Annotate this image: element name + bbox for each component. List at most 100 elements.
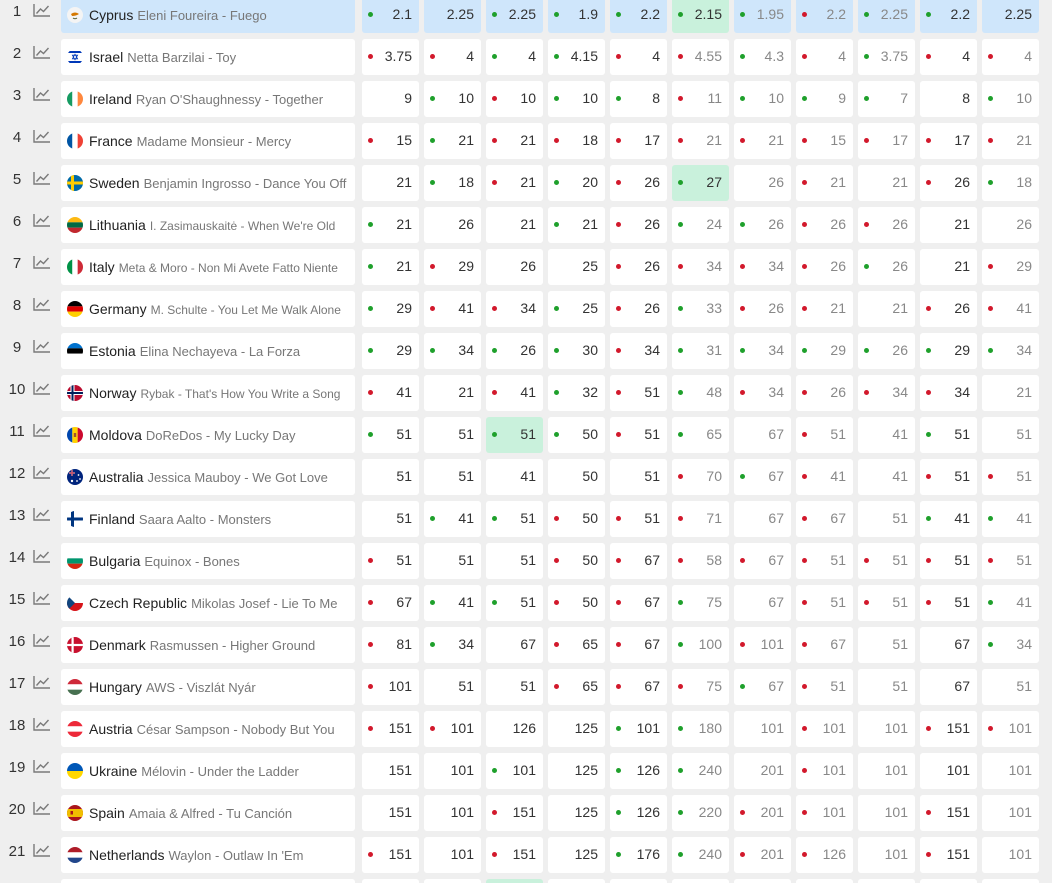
odds-cell[interactable]: 26 [486,249,543,285]
odds-cell[interactable]: 101 [424,837,481,873]
odds-cell[interactable] [796,879,853,883]
odds-cell[interactable]: 29 [424,249,481,285]
entry-card[interactable]: France Madame Monsieur - Mercy [61,123,355,159]
odds-cell[interactable]: 26 [734,165,791,201]
odds-cell[interactable]: 26 [610,207,667,243]
odds-cell[interactable]: 21 [362,249,419,285]
entry-card[interactable]: Spain Amaia & Alfred - Tu Canción [61,795,355,831]
odds-cell[interactable]: 41 [796,459,853,495]
odds-cell[interactable]: 24 [672,207,729,243]
odds-cell[interactable]: 3.75 [362,39,419,75]
line-chart-icon[interactable] [33,45,51,59]
odds-cell[interactable]: 101 [982,795,1039,831]
line-chart-icon[interactable] [33,297,51,311]
odds-cell[interactable]: 41 [486,459,543,495]
odds-cell[interactable] [548,879,605,883]
odds-cell[interactable]: 65 [548,669,605,705]
entry-card[interactable]: Estonia Elina Nechayeva - La Forza [61,333,355,369]
odds-cell[interactable]: 29 [982,249,1039,285]
odds-cell[interactable]: 65 [672,417,729,453]
odds-cell[interactable]: 220 [672,795,729,831]
odds-cell[interactable]: 26 [610,249,667,285]
odds-cell[interactable]: 26 [610,165,667,201]
odds-cell[interactable]: 21 [920,249,977,285]
odds-cell[interactable]: 51 [424,543,481,579]
odds-cell[interactable]: 26 [796,207,853,243]
odds-cell[interactable] [982,879,1039,883]
odds-cell[interactable]: 26 [796,249,853,285]
odds-cell[interactable]: 33 [672,291,729,327]
odds-cell[interactable]: 26 [858,249,915,285]
odds-cell[interactable]: 41 [920,501,977,537]
odds-cell[interactable]: 4.15 [548,39,605,75]
odds-cell[interactable]: 2.2 [920,0,977,33]
line-chart-icon[interactable] [33,87,51,101]
odds-cell[interactable] [858,879,915,883]
odds-cell[interactable]: 126 [796,837,853,873]
odds-cell[interactable]: 67 [734,501,791,537]
odds-cell[interactable]: 51 [362,543,419,579]
odds-cell[interactable]: 21 [486,123,543,159]
odds-cell[interactable]: 151 [920,837,977,873]
entry-card[interactable]: Ireland Ryan O'Shaughnessy - Together [61,81,355,117]
odds-cell[interactable]: 34 [424,627,481,663]
line-chart-icon[interactable] [33,675,51,689]
odds-cell[interactable]: 51 [424,459,481,495]
odds-cell[interactable]: 32 [548,375,605,411]
odds-cell[interactable]: 51 [362,417,419,453]
odds-cell[interactable]: 27 [672,165,729,201]
odds-cell[interactable]: 21 [734,123,791,159]
odds-cell[interactable]: 100 [672,627,729,663]
odds-cell[interactable]: 20 [548,165,605,201]
odds-cell[interactable]: 29 [362,291,419,327]
odds-cell[interactable]: 101 [858,795,915,831]
odds-cell[interactable]: 41 [858,417,915,453]
odds-cell[interactable]: 4 [796,39,853,75]
odds-cell[interactable]: 18 [548,123,605,159]
odds-cell[interactable]: 10 [424,81,481,117]
odds-cell[interactable]: 21 [424,375,481,411]
odds-cell[interactable]: 51 [982,459,1039,495]
odds-cell[interactable]: 2.1 [362,0,419,33]
entry-card[interactable]: Moldova DoReDos - My Lucky Day [61,417,355,453]
odds-cell[interactable]: 41 [858,459,915,495]
entry-card[interactable]: Lithuania I. Zasimauskaitė - When We're O… [61,207,355,243]
odds-cell[interactable]: 17 [920,123,977,159]
odds-cell[interactable]: 34 [734,375,791,411]
odds-cell[interactable]: 26 [920,291,977,327]
entry-card[interactable]: Italy Meta & Moro - Non Mi Avete Fatto Ni… [61,249,355,285]
odds-cell[interactable]: 67 [734,543,791,579]
odds-cell[interactable]: 34 [734,333,791,369]
entry-card[interactable]: Czech Republic Mikolas Josef - Lie To Me [61,585,355,621]
odds-cell[interactable]: 26 [424,207,481,243]
odds-cell[interactable]: 51 [920,585,977,621]
odds-cell[interactable]: 67 [920,669,977,705]
odds-cell[interactable]: 51 [982,543,1039,579]
odds-cell[interactable]: 21 [362,165,419,201]
odds-cell[interactable]: 21 [982,123,1039,159]
odds-cell[interactable]: 7 [858,81,915,117]
odds-cell[interactable]: 176 [610,837,667,873]
odds-cell[interactable]: 51 [486,669,543,705]
odds-cell[interactable]: 101 [486,753,543,789]
line-chart-icon[interactable] [33,255,51,269]
odds-cell[interactable]: 29 [362,333,419,369]
odds-cell[interactable]: 101 [920,753,977,789]
odds-cell[interactable]: 50 [548,585,605,621]
line-chart-icon[interactable] [33,213,51,227]
entry-card[interactable]: Sweden Benjamin Ingrosso - Dance You Off [61,165,355,201]
odds-cell[interactable]: 50 [548,501,605,537]
odds-cell[interactable]: 21 [920,207,977,243]
odds-cell[interactable]: 240 [672,837,729,873]
odds-cell[interactable]: 67 [796,627,853,663]
odds-cell[interactable]: 4 [486,39,543,75]
odds-cell[interactable]: 101 [424,711,481,747]
odds-cell[interactable]: 34 [982,333,1039,369]
odds-cell[interactable]: 101 [362,669,419,705]
odds-cell[interactable]: 25 [548,249,605,285]
odds-cell[interactable]: 101 [858,753,915,789]
odds-cell[interactable]: 26 [920,165,977,201]
odds-cell[interactable]: 67 [734,417,791,453]
odds-cell[interactable]: 75 [672,585,729,621]
line-chart-icon[interactable] [33,339,51,353]
